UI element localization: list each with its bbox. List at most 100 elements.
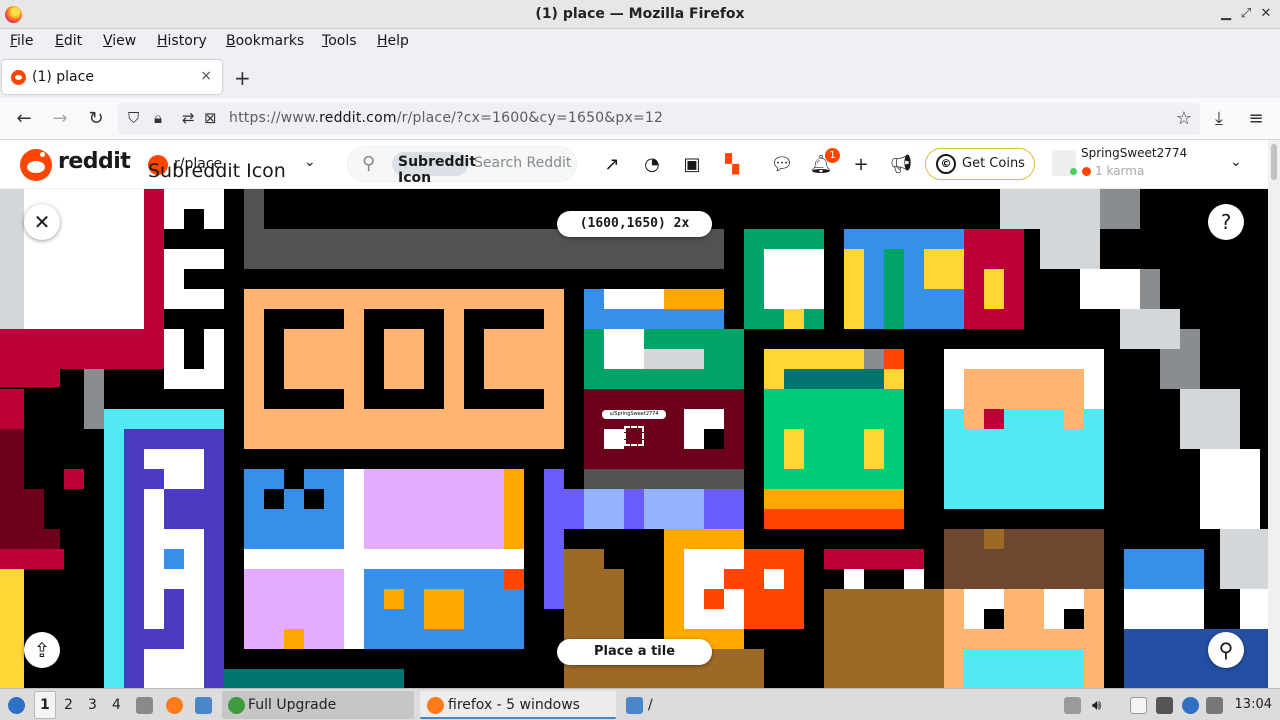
tab-label: (1) place bbox=[32, 69, 94, 85]
help-icon[interactable]: ? bbox=[1208, 204, 1244, 240]
canvas-pixel-block bbox=[164, 269, 184, 289]
workspace-3-button[interactable]: 3 bbox=[88, 689, 97, 720]
canvas-pixel-block bbox=[0, 529, 60, 549]
folder-launcher-icon[interactable] bbox=[195, 697, 212, 714]
menu-history[interactable]: History bbox=[157, 33, 207, 49]
app-menu-icon[interactable]: ≡ bbox=[1244, 107, 1268, 131]
place-canvas[interactable]: u/SpringSweet2774 ✕ ? (1600,1650) 2x Pla… bbox=[0, 189, 1268, 688]
canvas-pixel-block bbox=[364, 469, 504, 549]
new-tab-button[interactable]: + bbox=[234, 66, 251, 90]
canvas-pixel-block bbox=[1080, 269, 1140, 309]
canvas-pixel-block bbox=[0, 569, 24, 688]
updates-tray-icon[interactable] bbox=[1064, 697, 1081, 714]
start-menu-icon[interactable] bbox=[8, 697, 25, 714]
page-scrollbar[interactable] bbox=[1268, 140, 1280, 688]
downloads-icon[interactable]: ⤓ bbox=[1207, 107, 1231, 131]
taskbar: 1 2 3 4 Full Upgrade firefox - 5 windows… bbox=[0, 688, 1280, 720]
user-menu[interactable]: SpringSweet2774 1 karma ⌄ bbox=[1052, 144, 1252, 184]
maximize-icon[interactable]: ⤢ bbox=[1238, 5, 1254, 23]
tab-close-button[interactable]: × bbox=[200, 68, 212, 84]
live-icon[interactable]: ▣ bbox=[679, 152, 705, 178]
workspace-1-label: 1 bbox=[40, 697, 50, 713]
advertise-icon[interactable]: 📢︎ bbox=[888, 152, 914, 178]
info-tray-icon[interactable] bbox=[1182, 697, 1199, 714]
canvas-pixel-block bbox=[424, 589, 464, 629]
canvas-pixel-block bbox=[164, 189, 224, 209]
task-full-upgrade-label: Full Upgrade bbox=[248, 697, 337, 713]
canvas-pixel-block bbox=[384, 589, 404, 609]
canvas-pixel-block bbox=[164, 209, 184, 229]
reload-icon[interactable]: ↻ bbox=[84, 107, 108, 131]
canvas-pixel-block bbox=[144, 449, 204, 469]
workspace-2-button[interactable]: 2 bbox=[64, 689, 73, 720]
share-icon[interactable]: ⇪ bbox=[24, 632, 60, 668]
volume-icon[interactable]: 🔊︎ bbox=[1092, 689, 1101, 720]
pixel-selection-reticle bbox=[624, 426, 644, 446]
get-coins-button[interactable]: © Get Coins bbox=[925, 148, 1035, 180]
canvas-pixel-block bbox=[784, 309, 804, 329]
place-tile-button[interactable]: Place a tile bbox=[557, 639, 712, 665]
reddit-logo-icon[interactable] bbox=[20, 149, 52, 181]
canvas-pixel-block bbox=[144, 569, 204, 589]
popular-icon[interactable]: ↗ bbox=[599, 152, 625, 178]
canvas-pixel-block bbox=[964, 649, 1084, 688]
canvas-pixel-block bbox=[844, 569, 864, 589]
firefox-launcher-icon[interactable] bbox=[166, 697, 183, 714]
minimize-icon[interactable]: ▁ bbox=[1218, 5, 1234, 23]
search-input[interactable]: ⚲ Subreddit Icon Search Reddit bbox=[347, 146, 577, 186]
folder-task-icon[interactable] bbox=[626, 697, 643, 714]
menu-tools[interactable]: Tools bbox=[322, 33, 357, 49]
canvas-pixel-block bbox=[84, 369, 104, 429]
canvas-pixel-block bbox=[784, 369, 884, 389]
scrollbar-thumb[interactable] bbox=[1271, 144, 1277, 180]
menu-view[interactable]: View bbox=[103, 33, 136, 49]
task-folder-label[interactable]: / bbox=[648, 689, 653, 720]
canvas-pixel-block bbox=[764, 509, 904, 529]
menu-help[interactable]: Help bbox=[377, 33, 409, 49]
canvas-pixel-block bbox=[0, 429, 24, 489]
canvas-pixel-block bbox=[0, 489, 44, 529]
bookmark-star-icon[interactable]: ☆ bbox=[1176, 108, 1192, 129]
url-text[interactable]: https://www.reddit.com/r/place/?cx=1600&… bbox=[229, 110, 663, 126]
create-post-icon[interactable]: + bbox=[848, 152, 874, 178]
place-icon[interactable]: ▚ bbox=[719, 152, 745, 178]
reddit-header: reddit r/place Subreddit Icon ⌄ ⚲ Subred… bbox=[0, 140, 1268, 189]
canvas-pixel-block bbox=[784, 429, 804, 469]
navigation-toolbar: ← → ↻ ⛉ 🔒︎ ⇄ ⊠ https://www.reddit.com/r/… bbox=[0, 98, 1280, 140]
forward-arrow-icon[interactable]: → bbox=[48, 107, 72, 131]
tab-place[interactable]: (1) place × bbox=[2, 60, 222, 94]
display-tray-icon[interactable] bbox=[1156, 697, 1173, 714]
shield-icon[interactable]: ⛉ bbox=[128, 109, 139, 127]
network-tray-icon[interactable] bbox=[1206, 697, 1223, 714]
clipboard-tray-icon[interactable] bbox=[1130, 697, 1147, 714]
file-manager-launcher-icon[interactable] bbox=[136, 697, 153, 714]
user-chevron-down-icon: ⌄ bbox=[1230, 154, 1242, 170]
canvas-pixel-block bbox=[144, 649, 204, 688]
window-title: (1) place — Mozilla Firefox bbox=[535, 6, 745, 22]
canvas-pixel-block bbox=[184, 529, 204, 649]
close-window-icon[interactable]: ✕ bbox=[1258, 5, 1274, 23]
canvas-pixel-block bbox=[24, 549, 64, 569]
subreddit-selector[interactable]: r/place Subreddit Icon ⌄ bbox=[146, 146, 326, 182]
screen-share-icon[interactable]: ⊠ bbox=[204, 109, 217, 127]
menu-file[interactable]: File bbox=[10, 33, 33, 49]
workspace-4-button[interactable]: 4 bbox=[112, 689, 121, 720]
canvas-pixel-block bbox=[264, 389, 344, 409]
canvas-pixel-block bbox=[364, 389, 444, 409]
all-stats-icon[interactable]: ◔ bbox=[639, 152, 665, 178]
canvas-pixel-block bbox=[604, 289, 664, 309]
canvas-pixel-block bbox=[644, 349, 704, 369]
close-canvas-icon[interactable]: ✕ bbox=[24, 204, 60, 240]
url-bar[interactable]: ⛉ 🔒︎ ⇄ ⊠ https://www.reddit.com/r/place/… bbox=[118, 103, 1200, 135]
chat-icon[interactable]: 💬︎ bbox=[769, 152, 795, 178]
zoom-search-icon[interactable]: ⚲ bbox=[1208, 632, 1244, 668]
menu-edit[interactable]: Edit bbox=[55, 33, 82, 49]
canvas-pixel-block bbox=[824, 589, 944, 688]
canvas-pixel-block bbox=[904, 569, 924, 589]
lock-icon[interactable]: 🔒︎ bbox=[154, 109, 162, 127]
canvas-pixel-block bbox=[204, 209, 224, 229]
permissions-icon[interactable]: ⇄ bbox=[182, 109, 195, 127]
menu-bookmarks[interactable]: Bookmarks bbox=[226, 33, 304, 49]
back-arrow-icon[interactable]: ← bbox=[12, 107, 36, 131]
reddit-wordmark[interactable]: reddit bbox=[58, 149, 131, 174]
